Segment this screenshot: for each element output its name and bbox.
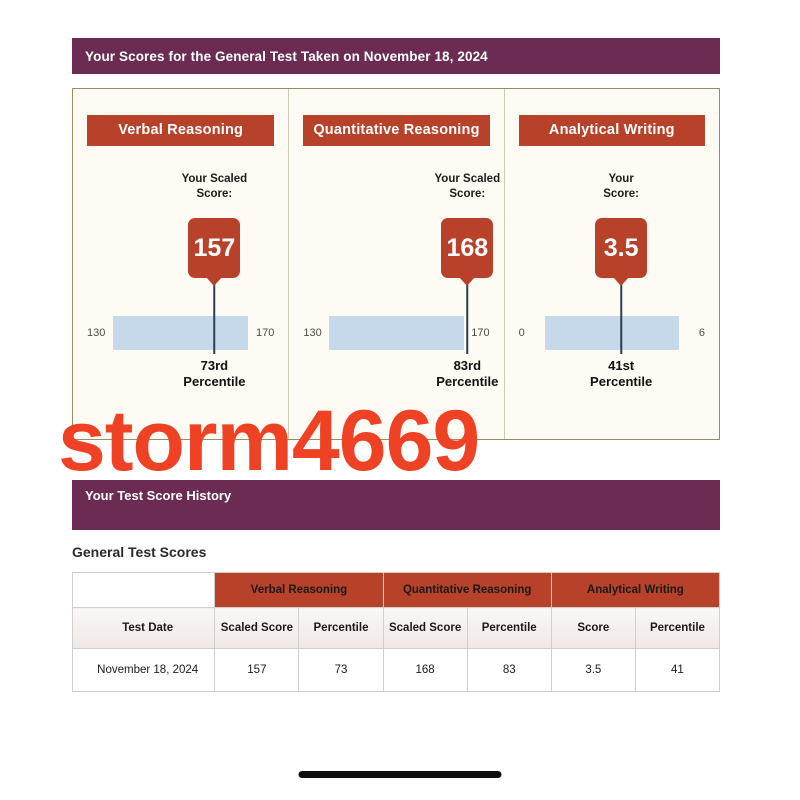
- cell-verbal-percentile: 73: [298, 648, 384, 692]
- table-corner-cell: [71, 572, 216, 608]
- score-range-min: 130: [87, 327, 106, 339]
- scores-section-header-text: Your Scores for the General Test Taken o…: [85, 48, 488, 64]
- table-group-header-verbal: Verbal Reasoning: [214, 572, 384, 608]
- table-header-writing-percentile: Percentile: [634, 607, 721, 649]
- score-range-min: 130: [303, 327, 322, 339]
- score-panel-analytical-writing: Analytical Writing Your Score: 3.5 0 6 4…: [503, 89, 719, 439]
- score-range-max: 170: [471, 327, 490, 339]
- score-value-bubble: 168: [441, 218, 494, 278]
- scores-section-header: Your Scores for the General Test Taken o…: [72, 38, 720, 74]
- table-header-quant-scaled-score: Scaled Score: [382, 607, 468, 649]
- table-header-verbal-percentile: Percentile: [298, 607, 384, 649]
- score-needle: [620, 278, 622, 354]
- score-panel-verbal-reasoning: Verbal Reasoning Your Scaled Score: 157 …: [73, 89, 288, 439]
- history-section-header-text: Your Test Score History: [85, 488, 232, 503]
- score-caption: Your Scaled Score:: [181, 173, 248, 201]
- score-panel-title: Verbal Reasoning: [87, 115, 275, 146]
- score-range-min: 0: [518, 327, 525, 339]
- score-caption: Your Scaled Score:: [434, 173, 501, 201]
- score-percentile: 41st Percentile: [590, 358, 653, 389]
- score-needle: [466, 278, 469, 354]
- table-header-verbal-scaled-score: Scaled Score: [214, 607, 300, 649]
- cell-quant-percentile: 83: [466, 648, 552, 692]
- table-group-header-analytical: Analytical Writing: [550, 572, 721, 608]
- score-range-bar: [544, 316, 679, 350]
- scores-card: Verbal Reasoning Your Scaled Score: 157 …: [72, 88, 720, 440]
- score-range-bar: [329, 316, 464, 350]
- score-range-bar: [113, 316, 249, 350]
- home-indicator[interactable]: [298, 771, 502, 778]
- table-group-header-row: Verbal Reasoning Quantitative Reasoning …: [71, 572, 721, 608]
- score-panel-title: Quantitative Reasoning: [303, 115, 490, 146]
- score-panel-body: Your Scaled Score: 168 130 170 83rd Perc…: [303, 146, 500, 396]
- score-value-bubble: 157: [188, 218, 241, 278]
- score-percentile: 73rd Percentile: [183, 358, 246, 389]
- table-row: November 18, 2024 157 73 168 83 3.5 41: [71, 648, 721, 692]
- score-panel-body: Your Score: 3.5 0 6 41st Percentile: [519, 146, 705, 396]
- score-caption: Your Score:: [603, 173, 640, 201]
- cell-verbal-scaled-score: 157: [214, 648, 300, 692]
- score-value-bubble: 3.5: [595, 218, 648, 278]
- history-section-header: Your Test Score History: [72, 480, 720, 530]
- cell-test-date: November 18, 2024: [71, 648, 216, 692]
- cell-writing-score: 3.5: [550, 648, 636, 692]
- table-group-header-quantitative: Quantitative Reasoning: [382, 572, 552, 608]
- general-test-scores-table: Verbal Reasoning Quantitative Reasoning …: [71, 572, 721, 692]
- score-range-max: 170: [255, 327, 275, 339]
- cell-writing-percentile: 41: [634, 648, 721, 692]
- score-panel-title: Analytical Writing: [518, 115, 705, 146]
- score-panel-quantitative-reasoning: Quantitative Reasoning Your Scaled Score…: [288, 89, 503, 439]
- score-range-max: 6: [698, 327, 705, 339]
- general-test-scores-title: General Test Scores: [72, 544, 207, 560]
- table-header-quant-percentile: Percentile: [466, 607, 552, 649]
- table-header-writing-score: Score: [550, 607, 636, 649]
- cell-quant-scaled-score: 168: [382, 648, 468, 692]
- table-header-test-date: Test Date: [71, 607, 216, 649]
- table-sub-header-row: Test Date Scaled Score Percentile Scaled…: [71, 607, 721, 649]
- score-needle: [213, 278, 216, 354]
- score-panel-body: Your Scaled Score: 157 130 170 73rd Perc…: [87, 146, 274, 396]
